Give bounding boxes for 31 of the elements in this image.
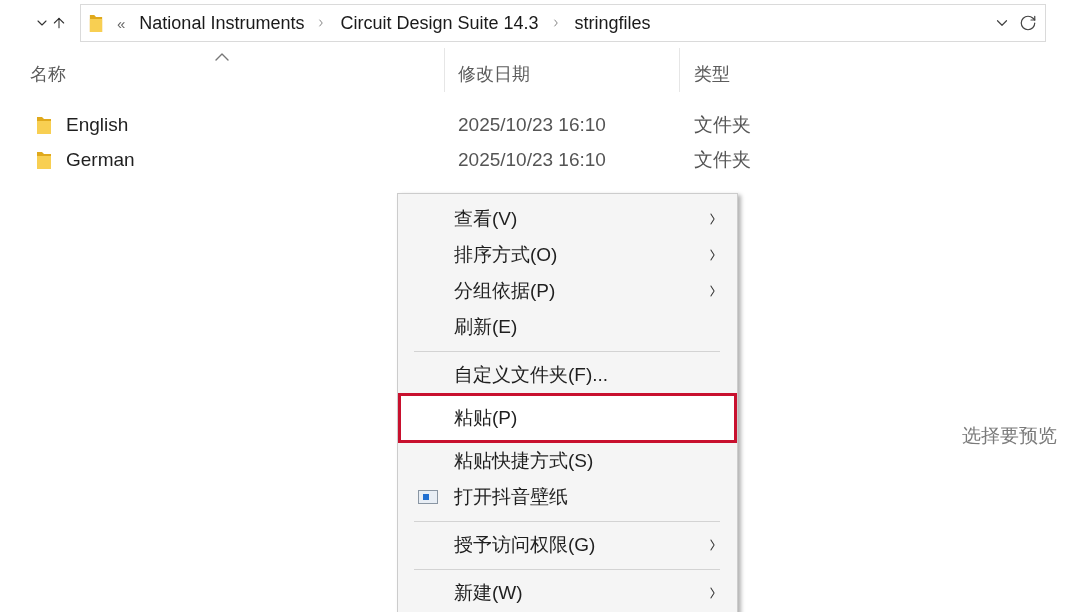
overflow-chevrons[interactable]: « [117,15,126,31]
menu-item[interactable]: 新建(W) [398,575,737,611]
menu-item[interactable]: 打开抖音壁纸 [398,479,737,515]
menu-item[interactable]: 排序方式(O) [398,237,737,273]
menu-item[interactable]: 授予访问权限(G) [398,527,737,563]
menu-item[interactable]: 查看(V) [398,201,737,237]
menu-item[interactable]: 粘贴快捷方式(S) [398,443,737,479]
preview-message: 选择要预览 [962,425,1057,446]
column-header[interactable]: 名称 [0,48,445,92]
file-name[interactable]: English [66,113,129,136]
modified-date: 2025/10/23 16:10 [458,148,606,171]
folder-icon [36,149,52,170]
breadcrumb-link[interactable]: Circuit Design Suite 14.3 [340,12,539,34]
column-header[interactable]: 类型 [680,48,900,92]
modified-date: 2025/10/23 16:10 [458,113,606,136]
menu-item[interactable]: 自定义文件夹(F)... [398,357,737,393]
address-bar[interactable]: « National Instruments Circuit Design Suite 14.3 stringfiles [80,4,1046,42]
menu-item[interactable]: 分组依据(P) [398,273,737,309]
screen-icon [418,490,438,504]
refresh-icon[interactable] [1019,14,1037,32]
file-type: 文件夹 [694,112,751,137]
folder-icon [89,13,103,33]
breadcrumb-link[interactable]: stringfiles [574,12,651,34]
file-name[interactable]: German [66,148,135,171]
file-type: 文件夹 [694,147,751,172]
sort-caret-icon [215,53,229,61]
column-header[interactable]: 修改日期 [445,48,680,92]
breadcrumb-link[interactable]: National Instruments [139,12,305,34]
folder-icon [36,114,52,135]
menu-item[interactable]: 粘贴(P) [398,393,737,443]
menu-item[interactable]: 刷新(E) [398,309,737,345]
